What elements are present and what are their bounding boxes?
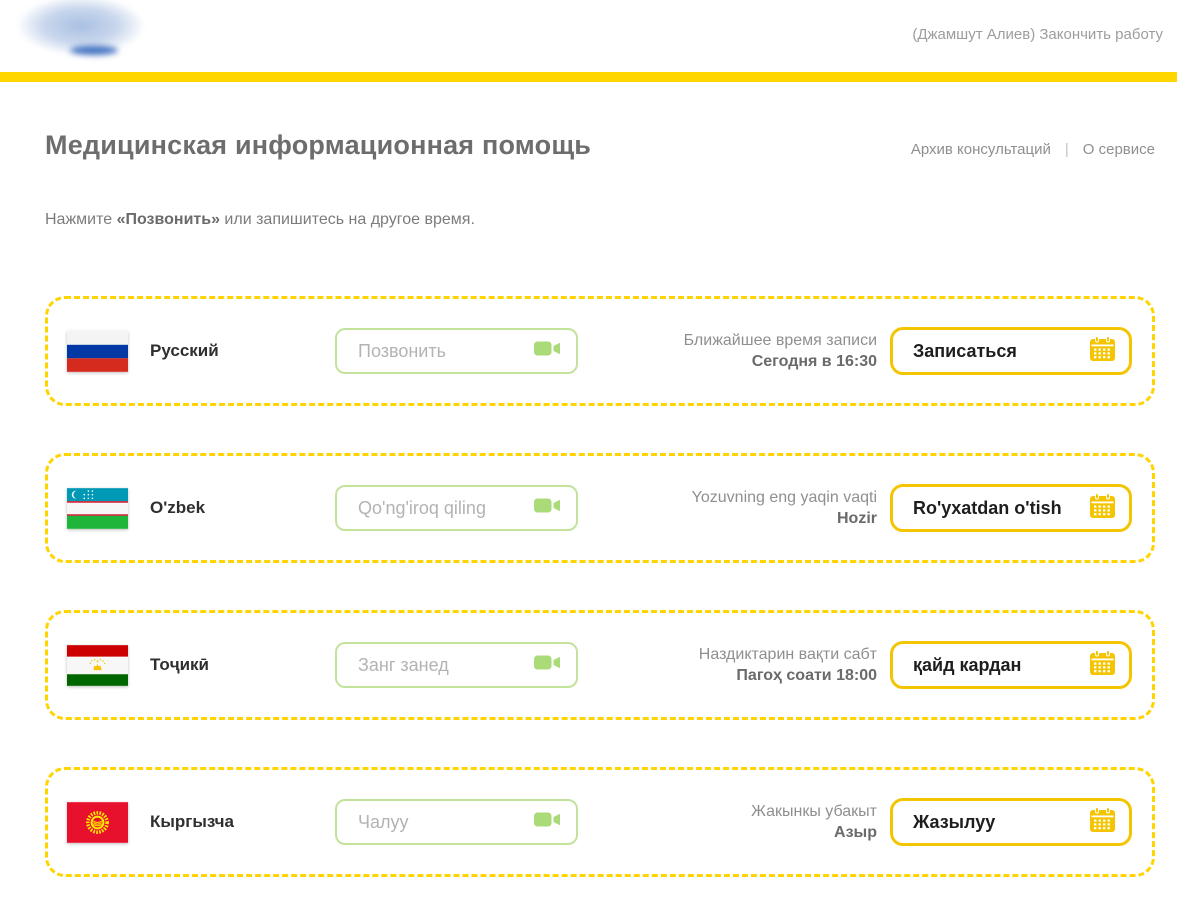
language-card-uzbek: O'zbek Qo'ng'iroq qiling Yozuvning eng y… [45, 453, 1155, 563]
page-title: Медицинская информационная помощь [45, 130, 591, 161]
instruction-prefix: Нажмите [45, 211, 117, 228]
nav-separator: | [1065, 141, 1069, 158]
slot-caption: Ближайшее время записи [684, 330, 877, 351]
book-button-label: қайд кардан [913, 655, 1021, 676]
language-label: Тоҷикӣ [150, 655, 335, 675]
kyrgyzstan-flag-icon [67, 802, 128, 843]
site-logo [6, 0, 156, 62]
video-camera-icon [534, 811, 561, 833]
call-button-russian[interactable]: Позвонить [335, 328, 578, 374]
language-label: Кыргызча [150, 812, 335, 832]
title-row: Медицинская информационная помощь Архив … [45, 130, 1155, 161]
book-button-russian[interactable]: Записаться [890, 327, 1132, 375]
video-camera-icon [534, 340, 561, 362]
page-nav: Архив консультаций | О сервисе [911, 141, 1155, 161]
instruction-text: Нажмите «Позвонить» или запишитесь на др… [45, 211, 1155, 229]
calendar-icon [1089, 650, 1116, 681]
nearest-slot-info: Ближайшее время записи Сегодня в 16:30 [684, 330, 877, 372]
book-button-kyrgyz[interactable]: Жазылуу [890, 798, 1132, 846]
book-button-uzbek[interactable]: Ro'yxatdan o'tish [890, 484, 1132, 532]
slot-caption: Наздиктарин вақти сабт [699, 644, 877, 665]
slot-caption: Yozuvning eng yaqin vaqti [692, 487, 877, 508]
book-button-label: Жазылуу [913, 812, 995, 833]
nearest-slot-info: Наздиктарин вақти сабт Пагоҳ соати 18:00 [699, 644, 877, 686]
video-camera-icon [534, 654, 561, 676]
header: (Джамшут Алиев) Закончить работу [0, 0, 1177, 72]
nav-archive-link[interactable]: Архив консультаций [911, 141, 1051, 158]
language-label: O'zbek [150, 498, 335, 518]
nearest-slot-info: Yozuvning eng yaqin vaqti Hozir [692, 487, 877, 529]
video-camera-icon [534, 497, 561, 519]
calendar-icon [1089, 807, 1116, 838]
slot-time: Сегодня в 16:30 [684, 351, 877, 372]
language-card-russian: Русский Позвонить Ближайшее время записи… [45, 296, 1155, 406]
call-button-label: Позвонить [358, 341, 446, 362]
call-button-label: Qo'ng'iroq qiling [358, 498, 486, 519]
book-button-tajik[interactable]: қайд кардан [890, 641, 1132, 689]
slot-time: Азыр [751, 822, 877, 843]
slot-caption: Жакынкы убакыт [751, 801, 877, 822]
instruction-highlight: «Позвонить» [117, 211, 220, 228]
language-label: Русский [150, 341, 335, 361]
call-button-tajik[interactable]: Занг занед [335, 642, 578, 688]
call-button-kyrgyz[interactable]: Чалуу [335, 799, 578, 845]
book-button-label: Записаться [913, 341, 1017, 362]
logout-link[interactable]: Закончить работу [1039, 26, 1163, 43]
language-card-kyrgyz: Кыргызча Чалуу Жакынкы убакыт Азыр Жазыл… [45, 767, 1155, 877]
call-button-label: Чалуу [358, 812, 409, 833]
call-button-label: Занг занед [358, 655, 449, 676]
calendar-icon [1089, 336, 1116, 367]
user-name: (Джамшут Алиев) [912, 26, 1035, 43]
slot-time: Hozir [692, 508, 877, 529]
uzbekistan-flag-icon [67, 488, 128, 529]
language-card-list: Русский Позвонить Ближайшее время записи… [45, 296, 1155, 877]
slot-time: Пагоҳ соати 18:00 [699, 665, 877, 686]
instruction-suffix: или запишитесь на другое время. [220, 211, 475, 228]
accent-bar [0, 72, 1177, 82]
nearest-slot-info: Жакынкы убакыт Азыр [751, 801, 877, 843]
russia-flag-icon [67, 331, 128, 372]
calendar-icon [1089, 493, 1116, 524]
header-user-area: (Джамшут Алиев) Закончить работу [912, 26, 1163, 43]
site-logo-core [70, 46, 118, 55]
call-button-uzbek[interactable]: Qo'ng'iroq qiling [335, 485, 578, 531]
book-button-label: Ro'yxatdan o'tish [913, 498, 1062, 519]
nav-about-link[interactable]: О сервисе [1083, 141, 1155, 158]
language-card-tajik: Тоҷикӣ Занг занед Наздиктарин вақти сабт… [45, 610, 1155, 720]
main-content: Медицинская информационная помощь Архив … [0, 82, 1177, 877]
tajikistan-flag-icon [67, 645, 128, 686]
